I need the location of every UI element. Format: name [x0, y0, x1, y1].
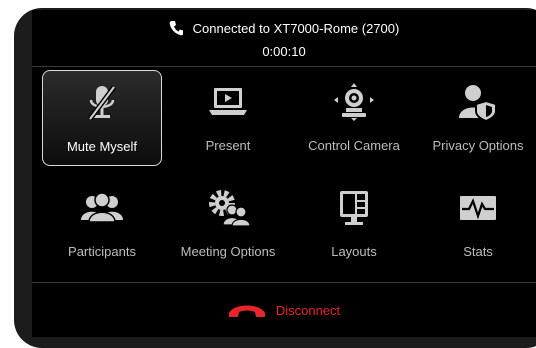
layouts-icon — [294, 186, 414, 230]
phone-icon — [169, 21, 183, 36]
camera-control-icon — [294, 80, 414, 124]
meeting-options-button[interactable]: Meeting Options — [168, 176, 288, 272]
privacy-shield-icon — [418, 80, 536, 124]
microphone-muted-icon — [43, 81, 161, 125]
divider — [32, 66, 536, 67]
action-label: Privacy Options — [432, 138, 524, 153]
privacy-options-button[interactable]: Privacy Options — [418, 70, 536, 166]
call-screen: Connected to XT7000-Rome (2700) 0:00:10 … — [32, 10, 536, 337]
stats-icon — [418, 186, 536, 230]
meeting-options-icon — [168, 186, 288, 230]
action-label: Control Camera — [308, 138, 400, 153]
action-label: Present — [205, 138, 251, 153]
connection-status: Connected to XT7000-Rome (2700) — [32, 18, 536, 38]
hang-up-icon — [228, 305, 265, 317]
control-camera-button[interactable]: Control Camera — [294, 70, 414, 166]
action-label: Stats — [463, 244, 493, 259]
disconnect-button[interactable]: Disconnect — [32, 283, 536, 337]
action-label: Meeting Options — [180, 244, 276, 259]
laptop-present-icon — [168, 80, 288, 124]
disconnect-label: Disconnect — [275, 302, 341, 318]
status-bar: Connected to XT7000-Rome (2700) 0:00:10 — [32, 10, 536, 66]
layouts-button[interactable]: Layouts — [294, 176, 414, 272]
connection-text: Connected to XT7000-Rome (2700) — [192, 20, 400, 36]
participants-icon — [42, 186, 162, 230]
participants-button[interactable]: Participants — [42, 176, 162, 272]
action-label: Mute Myself — [66, 139, 138, 154]
action-label: Layouts — [331, 244, 377, 259]
present-button[interactable]: Present — [168, 70, 288, 166]
stats-button[interactable]: Stats — [418, 176, 536, 272]
action-label: Participants — [68, 244, 136, 259]
call-timer: 0:00:10 — [262, 44, 306, 59]
mute-myself-button[interactable]: Mute Myself — [42, 70, 162, 166]
